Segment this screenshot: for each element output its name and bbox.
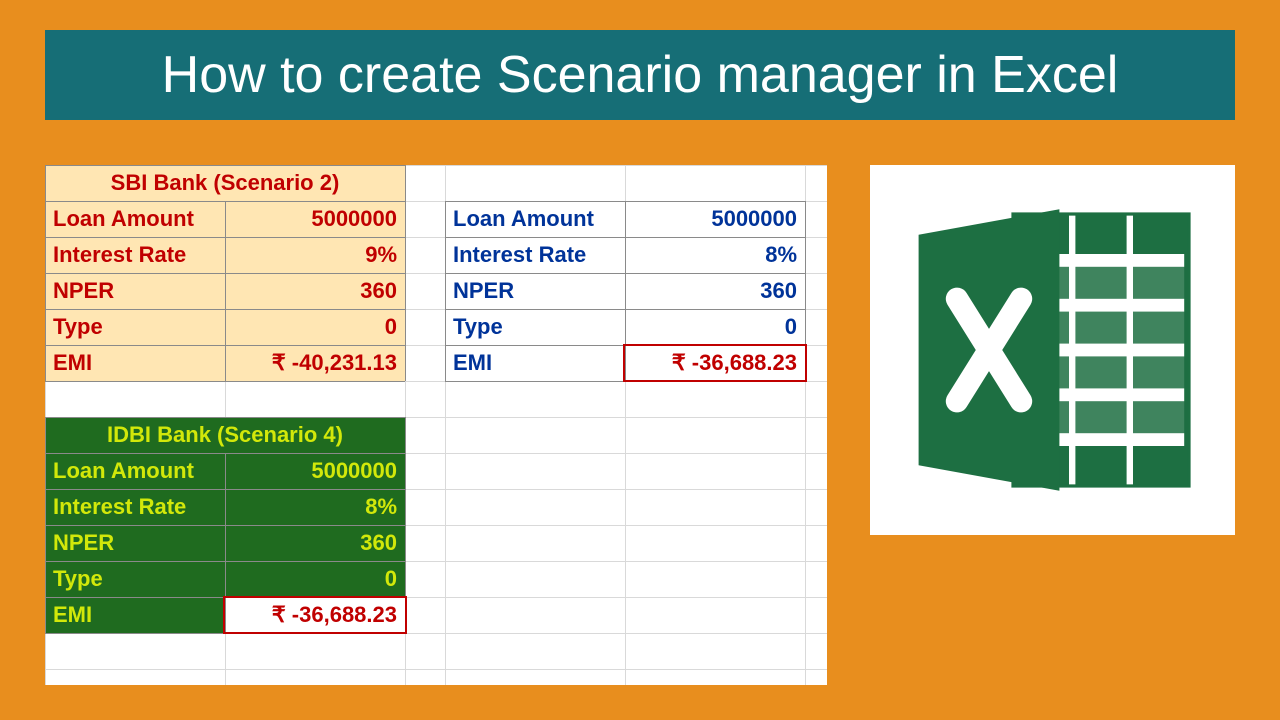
sbi-nper-value[interactable]: 360 <box>225 273 405 309</box>
spreadsheet-area: SBI Bank (Scenario 2) Loan Amount 500000… <box>45 165 827 685</box>
sbi-nper-label: NPER <box>45 273 225 309</box>
idbi-loan-label: Loan Amount <box>45 453 225 489</box>
idbi-title: IDBI Bank (Scenario 4) <box>45 417 405 453</box>
sbi-type-label: Type <box>45 309 225 345</box>
idbi-nper-label: NPER <box>45 525 225 561</box>
excel-icon <box>893 190 1213 510</box>
blue-rate-label: Interest Rate <box>445 237 625 273</box>
idbi-emi-value[interactable]: ₹ -36,688.23 <box>225 597 405 633</box>
idbi-type-value[interactable]: 0 <box>225 561 405 597</box>
blue-loan-value[interactable]: 5000000 <box>625 201 805 237</box>
excel-icon-card <box>870 165 1235 535</box>
blue-loan-label: Loan Amount <box>445 201 625 237</box>
blue-nper-label: NPER <box>445 273 625 309</box>
idbi-rate-label: Interest Rate <box>45 489 225 525</box>
sbi-emi-value[interactable]: ₹ -40,231.13 <box>225 345 405 381</box>
idbi-rate-value[interactable]: 8% <box>225 489 405 525</box>
page-title: How to create Scenario manager in Excel <box>162 45 1119 105</box>
idbi-loan-value[interactable]: 5000000 <box>225 453 405 489</box>
sbi-rate-value[interactable]: 9% <box>225 237 405 273</box>
blue-type-label: Type <box>445 309 625 345</box>
sbi-rate-label: Interest Rate <box>45 237 225 273</box>
sbi-title: SBI Bank (Scenario 2) <box>45 165 405 201</box>
blue-type-value[interactable]: 0 <box>625 309 805 345</box>
blue-nper-value[interactable]: 360 <box>625 273 805 309</box>
idbi-type-label: Type <box>45 561 225 597</box>
blue-rate-value[interactable]: 8% <box>625 237 805 273</box>
sbi-type-value[interactable]: 0 <box>225 309 405 345</box>
sbi-emi-label: EMI <box>45 345 225 381</box>
sbi-loan-value[interactable]: 5000000 <box>225 201 405 237</box>
blue-emi-label: EMI <box>445 345 625 381</box>
idbi-emi-label: EMI <box>45 597 225 633</box>
blue-emi-value[interactable]: ₹ -36,688.23 <box>625 345 805 381</box>
title-banner: How to create Scenario manager in Excel <box>45 30 1235 120</box>
idbi-nper-value[interactable]: 360 <box>225 525 405 561</box>
sbi-loan-label: Loan Amount <box>45 201 225 237</box>
